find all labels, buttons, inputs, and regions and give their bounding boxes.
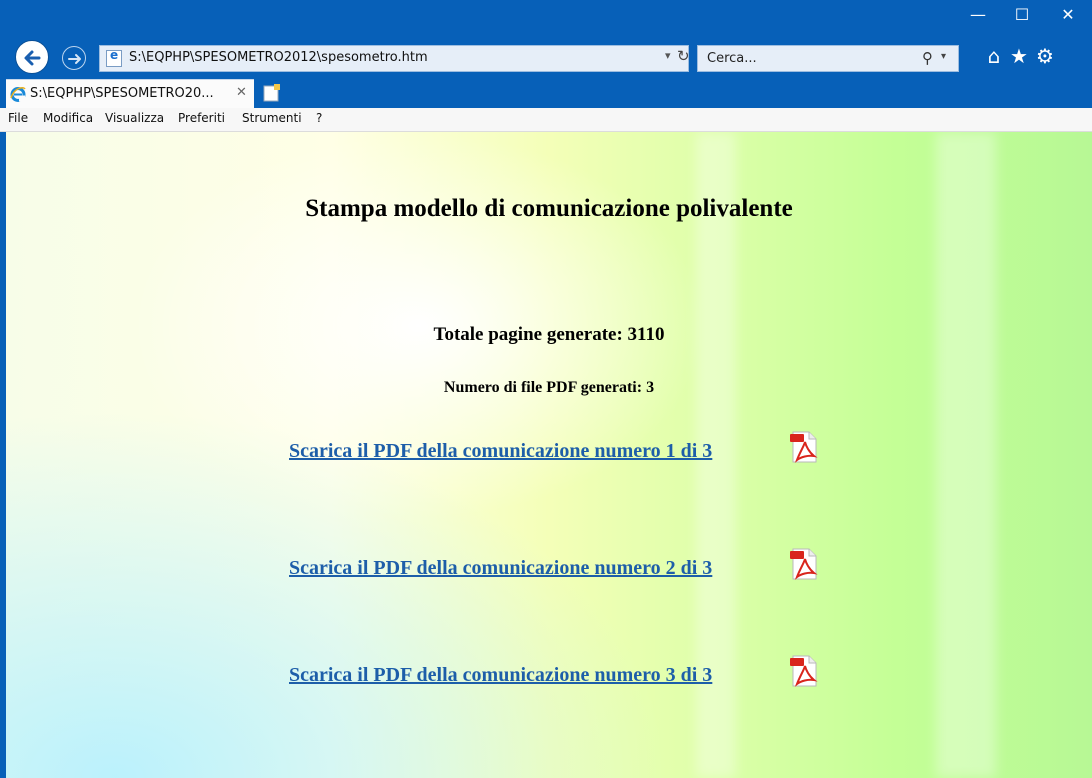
back-arrow-icon: [24, 50, 41, 66]
home-icon[interactable]: ⌂: [983, 42, 1005, 70]
menu-modifica[interactable]: Modifica: [43, 111, 93, 125]
menu-bar: File Modifica Visualizza Preferiti Strum…: [0, 108, 1092, 132]
pdf-icon[interactable]: [789, 547, 819, 581]
pdf-icon[interactable]: [789, 430, 819, 464]
new-tab-icon[interactable]: [262, 83, 282, 103]
address-dropdown-icon[interactable]: ▾: [665, 49, 671, 62]
forward-arrow-icon: [68, 54, 81, 64]
page-title: Stampa modello di comunicazione polivale…: [305, 195, 793, 222]
search-input[interactable]: Cerca...: [707, 51, 757, 66]
pdf-icon[interactable]: [789, 654, 819, 688]
maximize-button[interactable]: ☐: [1000, 2, 1044, 28]
favorites-star-icon[interactable]: ★: [1008, 42, 1030, 70]
menu-preferiti[interactable]: Preferiti: [178, 111, 225, 125]
menu-help[interactable]: ?: [316, 111, 322, 125]
close-icon[interactable]: ✕: [236, 85, 247, 100]
back-button[interactable]: [15, 40, 49, 74]
search-icon[interactable]: ⚲: [922, 49, 933, 67]
download-pdf-1-link[interactable]: Scarica il PDF della comunicazione numer…: [289, 440, 712, 463]
menu-file[interactable]: File: [8, 111, 28, 125]
address-url[interactable]: S:\EQPHP\SPESOMETRO2012\spesometro.htm: [129, 50, 428, 65]
page-content: Stampa modello di comunicazione polivale…: [6, 132, 1092, 778]
browser-chrome: — ☐ ✕ S:\EQPHP\SPESOMETRO2012\spesometro…: [0, 0, 1092, 132]
refresh-icon[interactable]: ↻: [677, 47, 690, 65]
menu-strumenti[interactable]: Strumenti: [242, 111, 302, 125]
tab-active[interactable]: S:\EQPHP\SPESOMETRO20... ✕: [6, 79, 254, 108]
search-box[interactable]: Cerca... ⚲ ▾: [697, 45, 959, 72]
tab-title: S:\EQPHP\SPESOMETRO20...: [30, 86, 214, 101]
ie-page-icon: [106, 48, 122, 67]
total-pages-text: Totale pagine generate: 3110: [433, 324, 665, 345]
search-dropdown-icon[interactable]: ▾: [941, 51, 946, 62]
settings-gear-icon[interactable]: ⚙: [1034, 42, 1056, 70]
background-streak: [936, 132, 996, 778]
close-window-button[interactable]: ✕: [1046, 2, 1090, 28]
download-pdf-3-link[interactable]: Scarica il PDF della comunicazione numer…: [289, 664, 712, 687]
address-bar[interactable]: S:\EQPHP\SPESOMETRO2012\spesometro.htm ▾…: [99, 45, 690, 72]
forward-button[interactable]: [62, 46, 86, 70]
ie-logo-icon: [10, 86, 26, 102]
menu-visualizza[interactable]: Visualizza: [105, 111, 164, 125]
minimize-button[interactable]: —: [956, 2, 1000, 28]
num-files-text: Numero di file PDF generati: 3: [443, 379, 655, 396]
title-bar: — ☐ ✕ S:\EQPHP\SPESOMETRO2012\spesometro…: [0, 0, 1092, 79]
tab-strip: S:\EQPHP\SPESOMETRO20... ✕: [0, 79, 1092, 108]
download-pdf-2-link[interactable]: Scarica il PDF della comunicazione numer…: [289, 557, 712, 580]
